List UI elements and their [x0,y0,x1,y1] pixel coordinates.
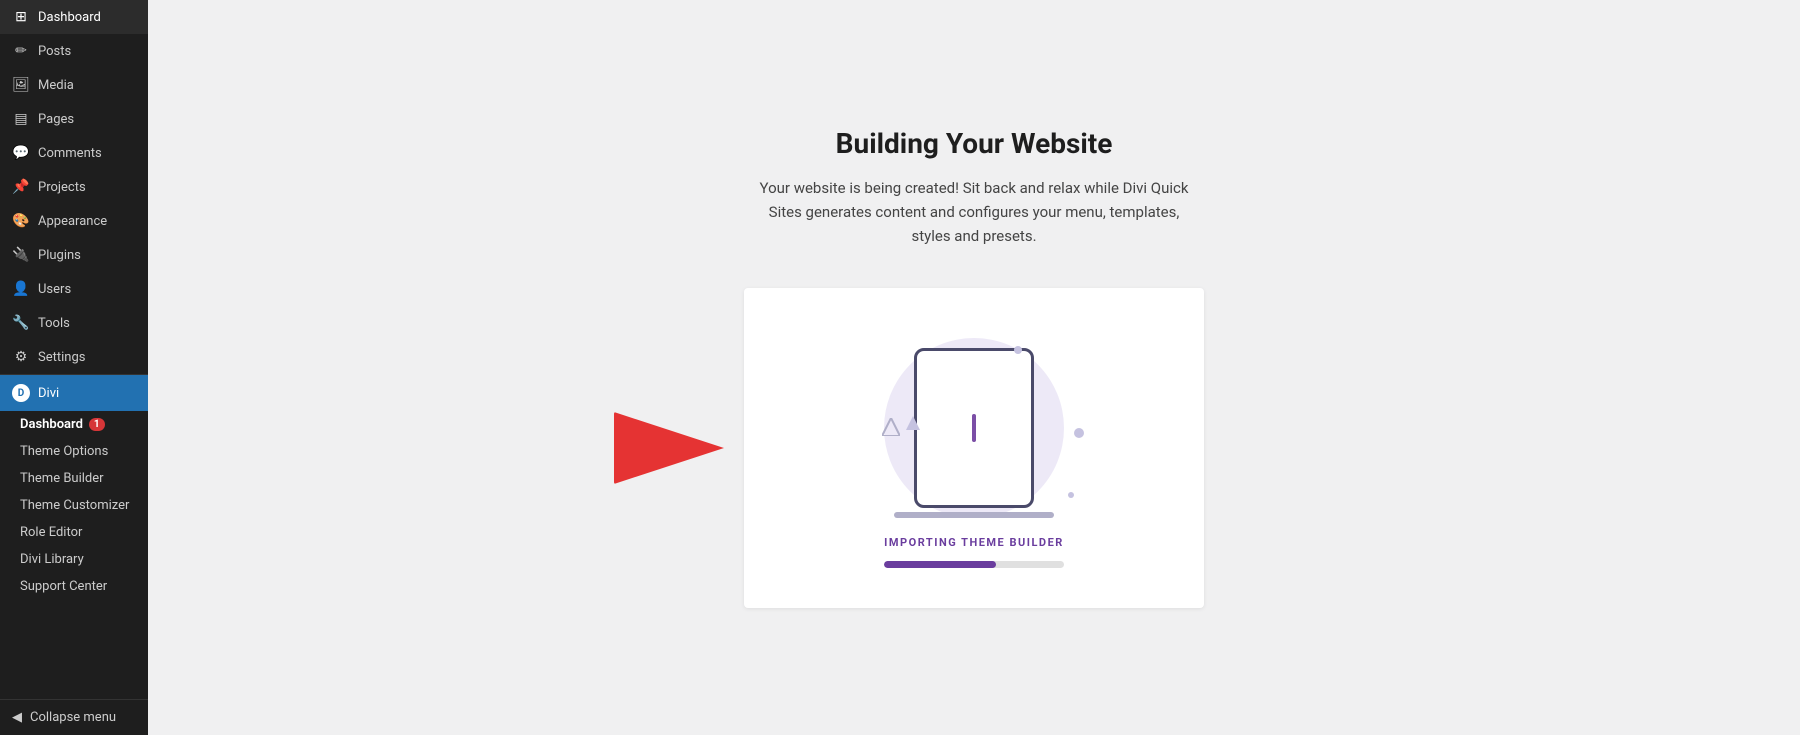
posts-icon: ✏ [12,43,30,59]
dashboard-badge: 1 [89,418,105,431]
collapse-label: Collapse menu [30,710,116,725]
progress-bar-track [884,561,1064,568]
users-icon: 👤 [12,281,30,297]
sidebar-item-appearance[interactable]: 🎨 Appearance [0,204,148,238]
sidebar-item-projects[interactable]: 📌 Projects [0,170,148,204]
sidebar-item-label: Projects [38,180,86,195]
plugins-icon: 🔌 [12,247,30,263]
dashboard-icon: ⊞ [12,9,30,25]
dot-3 [1068,492,1074,498]
main-content: Building Your Website Your website is be… [148,0,1800,735]
theme-builder-label: Theme Builder [20,471,104,486]
sidebar-item-label: Posts [38,44,71,59]
sidebar-item-label: Media [38,78,74,93]
sidebar-item-label: Dashboard [38,10,101,25]
theme-options-label: Theme Options [20,444,108,459]
sidebar-item-divi-library[interactable]: Divi Library [0,546,148,573]
appearance-icon: 🎨 [12,213,30,229]
sidebar: ⊞ Dashboard ✏ Posts 🖼 Media ▤ Pages 💬 Co… [0,0,148,735]
building-card: IMPORTING THEME BUILDER [744,288,1204,608]
sidebar-item-label: Pages [38,112,74,127]
page-subtitle: Your website is being created! Sit back … [754,176,1194,248]
sidebar-item-comments[interactable]: 💬 Comments [0,136,148,170]
divi-menu-header[interactable]: D Divi [0,375,148,411]
sidebar-item-theme-customizer[interactable]: Theme Customizer [0,492,148,519]
arrow-right-icon [614,412,724,484]
arrow-container [614,412,724,484]
dot-1 [1014,346,1022,354]
sidebar-item-role-editor[interactable]: Role Editor [0,519,148,546]
sidebar-item-label: Tools [38,316,70,331]
collapse-menu-button[interactable]: ◀ Collapse menu [0,699,148,735]
sidebar-item-label: Settings [38,350,85,365]
status-label: IMPORTING THEME BUILDER [884,536,1064,549]
support-center-label: Support Center [20,579,107,594]
sidebar-item-settings[interactable]: ⚙ Settings [0,340,148,374]
sidebar-item-plugins[interactable]: 🔌 Plugins [0,238,148,272]
device-cursor [972,414,976,442]
tri-1 [882,418,900,436]
tools-icon: 🔧 [12,315,30,331]
divi-library-label: Divi Library [20,552,84,567]
sidebar-item-label: Comments [38,146,102,161]
sidebar-item-label: Plugins [38,248,81,263]
sidebar-item-posts[interactable]: ✏ Posts [0,34,148,68]
sidebar-item-tools[interactable]: 🔧 Tools [0,306,148,340]
projects-icon: 📌 [12,179,30,195]
theme-customizer-label: Theme Customizer [20,498,129,513]
page-title: Building Your Website [836,127,1113,160]
illus-base [894,512,1054,518]
settings-icon: ⚙ [12,349,30,365]
sidebar-item-divi-dashboard[interactable]: Dashboard 1 [0,411,148,438]
sidebar-item-pages[interactable]: ▤ Pages [0,102,148,136]
collapse-icon: ◀ [12,710,22,725]
sidebar-item-dashboard[interactable]: ⊞ Dashboard [0,0,148,34]
divi-submenu: D Divi Dashboard 1 Theme Options Theme B… [0,374,148,600]
comments-icon: 💬 [12,145,30,161]
sidebar-item-label: Users [38,282,71,297]
sidebar-item-support-center[interactable]: Support Center [0,573,148,600]
role-editor-label: Role Editor [20,525,82,540]
dot-2 [1074,428,1084,438]
sidebar-item-users[interactable]: 👤 Users [0,272,148,306]
sidebar-item-theme-options[interactable]: Theme Options [0,438,148,465]
illustration [854,328,1094,528]
sidebar-item-media[interactable]: 🖼 Media [0,68,148,102]
divi-logo-icon: D [12,384,30,402]
divi-dashboard-label: Dashboard [20,417,83,432]
divi-header-label: Divi [38,386,59,401]
sidebar-item-theme-builder[interactable]: Theme Builder [0,465,148,492]
pages-icon: ▤ [12,111,30,127]
illus-device [914,348,1034,508]
progress-bar-fill [884,561,996,568]
media-icon: 🖼 [12,77,30,93]
tri-2 [906,416,920,430]
sidebar-item-label: Appearance [38,214,107,229]
